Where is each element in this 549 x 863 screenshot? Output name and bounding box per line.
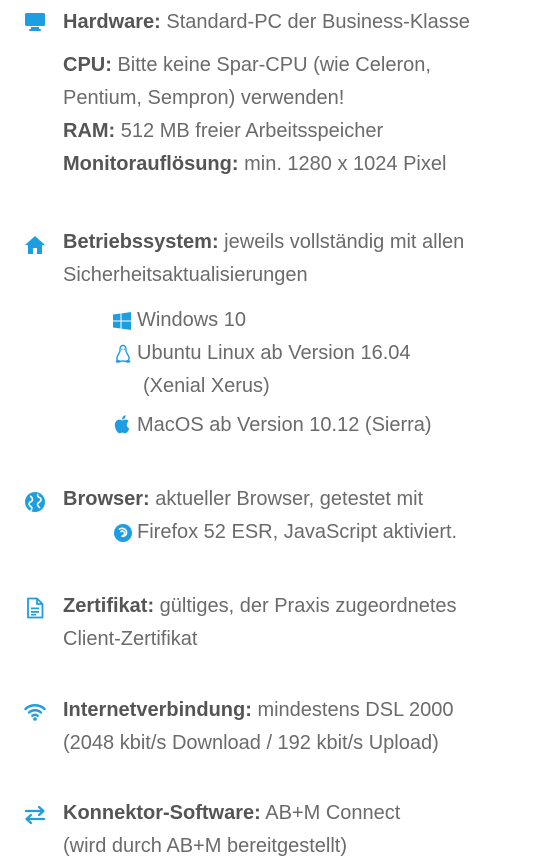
os-value: jeweils vollständig mit allen xyxy=(218,231,465,253)
windows-icon xyxy=(112,311,132,331)
monitor-resolution-value: min. 1280 x 1024 Pixel xyxy=(238,153,447,175)
os-text: Betriebssystem: jeweils vollständig mit … xyxy=(63,226,549,292)
os-item-windows: Windows 10 xyxy=(137,309,246,331)
cpu-value: Bitte keine Spar-CPU (wie Celeron, xyxy=(111,54,431,76)
firefox-icon xyxy=(113,523,133,543)
certificate-label: Zertifikat: xyxy=(63,595,155,617)
ram-label: RAM: xyxy=(63,120,116,142)
os-item-ubuntu: Ubuntu Linux ab Version 16.04 xyxy=(137,342,411,364)
browser-label: Browser: xyxy=(63,488,150,510)
hardware-label: Hardware: xyxy=(63,11,161,33)
os-item-ubuntu-cont: (Xenial Xerus) xyxy=(143,375,270,397)
linux-icon xyxy=(113,344,133,364)
hardware-value: Standard-PC der Business-Klasse xyxy=(160,11,470,33)
apple-icon xyxy=(113,414,133,434)
document-icon xyxy=(24,597,46,619)
certificate-value-cont: Client-Zertifikat xyxy=(63,628,198,650)
browser-value: aktueller Browser, getestet mit xyxy=(149,488,424,510)
hardware-text: Hardware: Standard-PC der Business-Klass… xyxy=(63,6,549,181)
certificate-value: gültiges, der Praxis zugeordnetes xyxy=(154,595,457,617)
os-value-cont: Sicherheitsaktualisierungen xyxy=(63,264,308,286)
home-icon xyxy=(24,234,46,256)
exchange-icon xyxy=(24,804,46,826)
browser-text: Browser: aktueller Browser, getestet mit xyxy=(63,483,549,516)
cpu-label: CPU: xyxy=(63,54,112,76)
browser-item-firefox: Firefox 52 ESR, JavaScript aktiviert. xyxy=(137,521,458,543)
certificate-text: Zertifikat: gültiges, der Praxis zugeord… xyxy=(63,590,549,656)
os-label: Betriebssystem: xyxy=(63,231,219,253)
system-requirements: Hardware: Standard-PC der Business-Klass… xyxy=(0,0,549,862)
connector-value-cont: (wird durch AB+M bereitgestellt) xyxy=(63,835,348,857)
internet-label: Internetverbindung: xyxy=(63,699,252,721)
os-item-macos: MacOS ab Version 10.12 (Sierra) xyxy=(137,414,432,436)
monitor-icon xyxy=(24,11,46,33)
connector-value: AB+M Connect xyxy=(260,802,401,824)
connector-text: Konnektor-Software: AB+M Connect (wird d… xyxy=(63,797,549,863)
cpu-value-cont: Pentium, Sempron) verwenden! xyxy=(63,87,345,109)
internet-value: mindestens DSL 2000 xyxy=(251,699,454,721)
globe-icon xyxy=(24,491,46,513)
wifi-icon xyxy=(24,701,46,723)
ram-value: 512 MB freier Arbeitsspeicher xyxy=(115,120,384,142)
internet-text: Internetverbindung: mindestens DSL 2000 … xyxy=(63,694,549,760)
connector-label: Konnektor-Software: xyxy=(63,802,261,824)
internet-value-cont: (2048 kbit/s Download / 192 kbit/s Uploa… xyxy=(63,732,439,754)
monitor-resolution-label: Monitorauflösung: xyxy=(63,153,239,175)
